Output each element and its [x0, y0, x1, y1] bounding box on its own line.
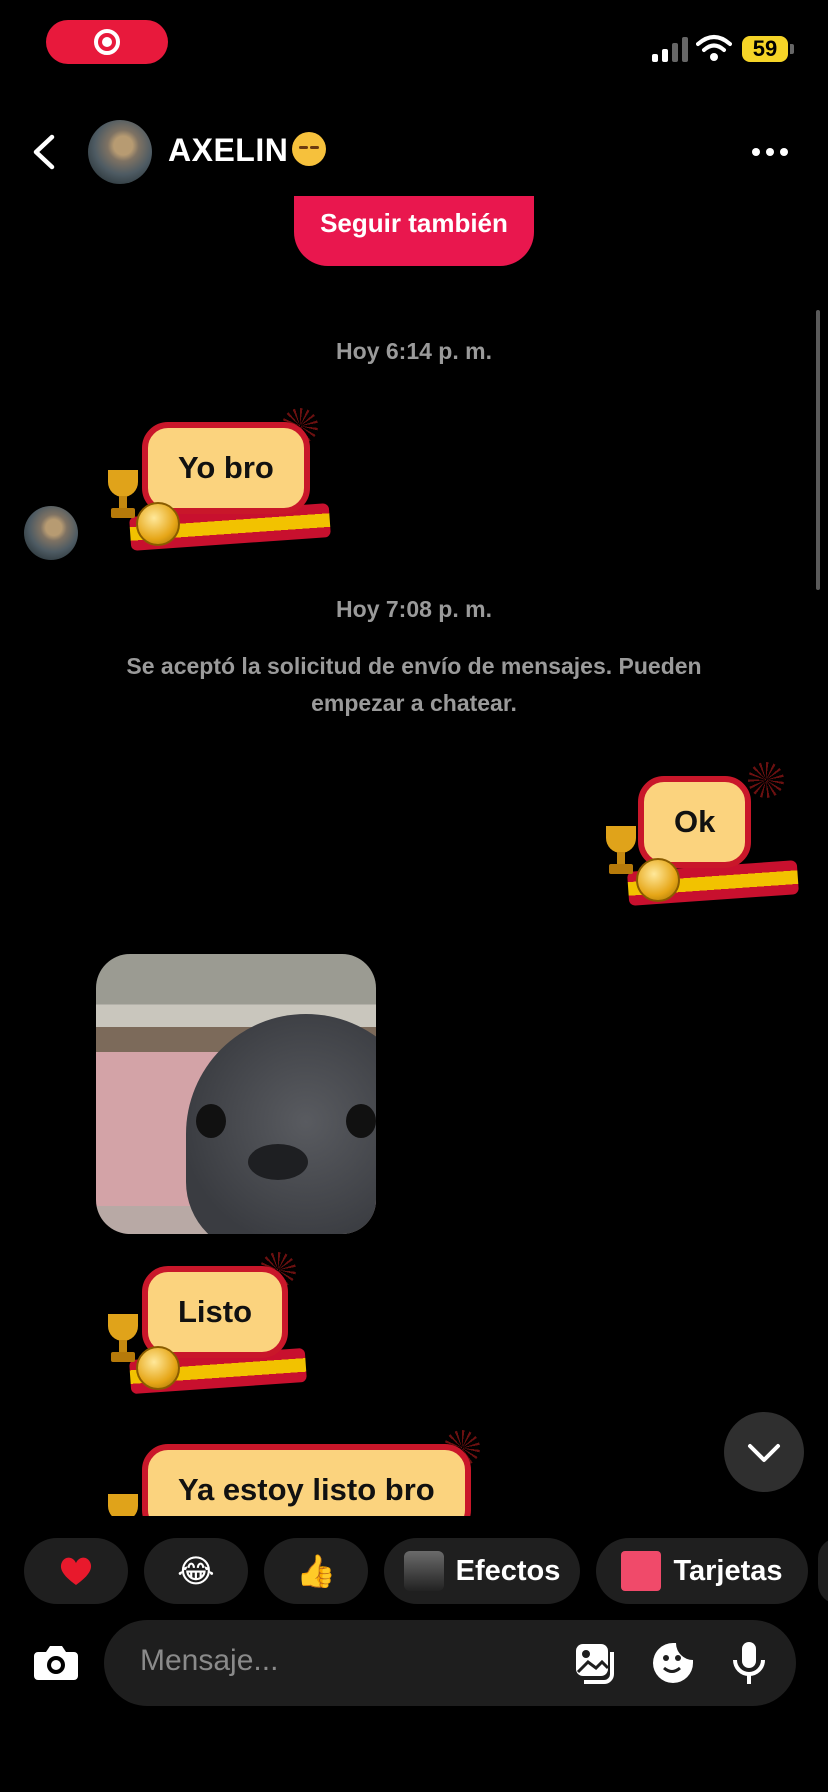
cellular-signal-icon [652, 36, 688, 62]
follow-back-button[interactable]: Seguir también [294, 196, 534, 266]
soccer-ball-icon [136, 502, 180, 546]
contact-avatar[interactable] [88, 120, 152, 184]
wifi-icon [696, 35, 732, 61]
timestamp: Hoy 7:08 p. m. [336, 596, 492, 622]
microphone-icon[interactable] [726, 1640, 772, 1686]
reaction-thumbs-up-button[interactable]: 👍 [264, 1538, 368, 1604]
trophy-icon [606, 826, 636, 874]
reaction-laugh-button[interactable]: 😂 [144, 1538, 248, 1604]
firework-decoration-icon [748, 762, 784, 798]
contact-name[interactable]: AXELIN [168, 132, 327, 169]
more-chips[interactable] [818, 1538, 828, 1604]
trophy-icon [108, 1494, 138, 1516]
screen-recording-indicator[interactable] [46, 20, 168, 64]
battery-level: 59 [742, 36, 788, 62]
message-text: Listo [142, 1266, 289, 1358]
message-text: Ok [638, 776, 752, 868]
message-input-placeholder: Mensaje... [140, 1644, 279, 1677]
system-message: Se aceptó la solicitud de envío de mensa… [126, 653, 702, 716]
cards-button[interactable]: Tarjetas [596, 1538, 808, 1604]
message-bubble-incoming[interactable]: Yo bro [100, 408, 331, 551]
cards-label: Tarjetas [673, 1554, 783, 1587]
back-arrow-icon[interactable] [30, 134, 58, 170]
pensive-face-emoji-icon [292, 132, 327, 166]
gallery-icon[interactable] [572, 1640, 618, 1686]
effects-label: Efectos [455, 1554, 561, 1587]
soccer-ball-icon [636, 858, 680, 902]
reaction-heart-button[interactable] [24, 1538, 128, 1604]
gift-card-icon [621, 1551, 662, 1591]
message-bubble-incoming[interactable]: Ya estoy listo bro [100, 1430, 480, 1516]
effects-button[interactable]: Efectos [384, 1538, 580, 1604]
message-clip: Ya estoy listo bro [0, 1420, 828, 1516]
soccer-ball-icon [136, 1346, 180, 1390]
thumbs-up-emoji-icon: 👍 [296, 1553, 336, 1589]
more-options-icon[interactable] [752, 148, 788, 156]
message-bubble-incoming[interactable]: Listo [100, 1252, 307, 1395]
message-bubble-outgoing[interactable]: Ok [598, 762, 799, 906]
scroll-to-bottom-button[interactable] [724, 1412, 804, 1492]
message-text: Yo bro [142, 422, 310, 514]
chevron-down-icon [748, 1444, 780, 1462]
contact-name-text: AXELIN [168, 132, 289, 168]
effects-thumbnail-icon [403, 1551, 444, 1591]
heart-icon [60, 1557, 92, 1585]
photo-message[interactable] [96, 954, 376, 1234]
battery-tip [790, 44, 794, 54]
message-text: Ya estoy listo bro [142, 1444, 471, 1516]
sender-avatar [24, 506, 78, 560]
sticker-icon[interactable] [650, 1640, 696, 1686]
timestamp: Hoy 6:14 p. m. [336, 338, 492, 364]
tears-of-joy-emoji-icon: 😂 [177, 1553, 215, 1589]
dog-image [186, 1014, 376, 1234]
record-icon [94, 29, 120, 55]
camera-icon[interactable] [32, 1640, 80, 1684]
